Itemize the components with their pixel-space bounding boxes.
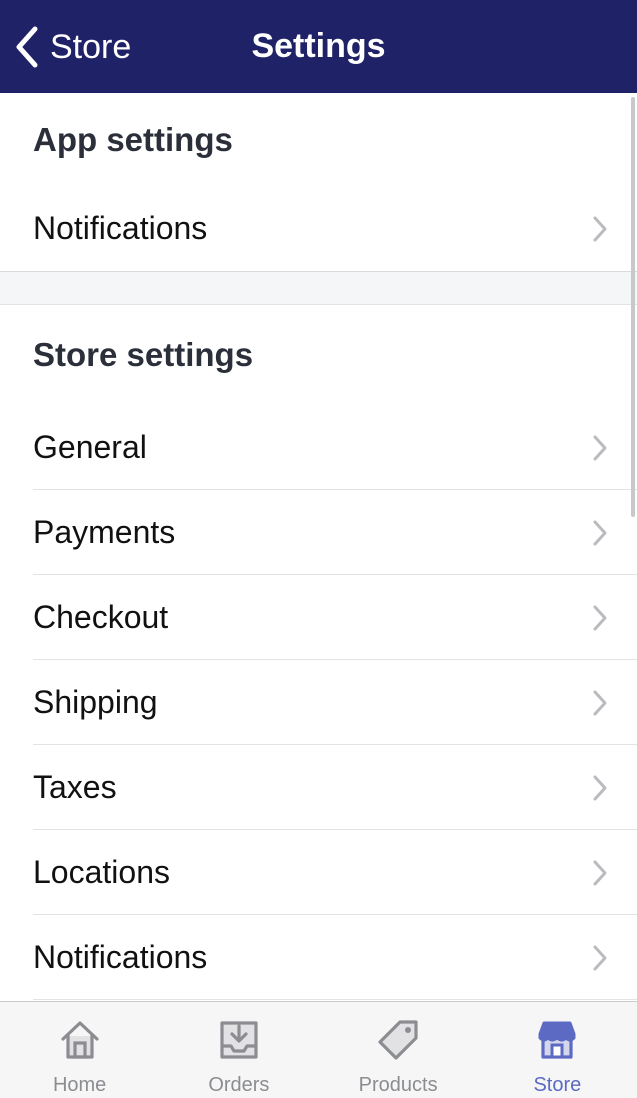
tab-products[interactable]: Products xyxy=(319,1002,478,1098)
tab-bar: Home Orders Products Store xyxy=(0,1001,637,1098)
store-settings-item-taxes[interactable]: Taxes xyxy=(0,745,637,830)
tag-icon xyxy=(378,1020,418,1060)
tab-orders[interactable]: Orders xyxy=(159,1002,318,1098)
store-settings-section: Store settings General Payments Checkout… xyxy=(0,305,637,1001)
settings-list[interactable]: App settings Notifications Store setting… xyxy=(0,93,637,1001)
list-item-label: General xyxy=(33,429,147,465)
storefront-icon xyxy=(538,1021,576,1059)
navigation-bar: Store Settings xyxy=(0,0,637,93)
list-item-label: Shipping xyxy=(33,684,158,720)
tab-label: Store xyxy=(533,1074,582,1096)
list-item-label: Taxes xyxy=(33,769,117,805)
chevron-right-icon xyxy=(593,605,607,630)
list-item-label: Notifications xyxy=(33,939,208,975)
store-settings-item-checkout[interactable]: Checkout xyxy=(0,575,637,660)
chevron-right-icon xyxy=(593,860,607,885)
store-settings-item-shipping[interactable]: Shipping xyxy=(0,660,637,745)
tab-label: Orders xyxy=(208,1074,270,1096)
page-title: Settings xyxy=(251,27,386,65)
scrollbar[interactable] xyxy=(631,97,635,517)
list-item-label: Payments xyxy=(33,514,176,550)
store-settings-item-locations[interactable]: Locations xyxy=(0,830,637,915)
store-settings-item-notifications[interactable]: Notifications xyxy=(0,915,637,1000)
list-item-label: Checkout xyxy=(33,599,169,635)
home-icon xyxy=(61,1021,99,1059)
chevron-right-icon xyxy=(593,690,607,715)
chevron-right-icon xyxy=(593,435,607,460)
store-settings-item-general[interactable]: General xyxy=(0,405,637,490)
tab-label: Products xyxy=(358,1074,438,1096)
store-settings-item-payments[interactable]: Payments xyxy=(0,490,637,575)
app-settings-header: App settings xyxy=(33,120,233,158)
list-item-label: Locations xyxy=(33,854,170,890)
list-item-label: Notifications xyxy=(33,210,208,246)
tab-label: Home xyxy=(52,1074,107,1096)
chevron-right-icon xyxy=(593,216,607,241)
chevron-right-icon xyxy=(593,775,607,800)
chevron-right-icon xyxy=(593,945,607,970)
tab-store[interactable]: Store xyxy=(478,1002,637,1098)
chevron-right-icon xyxy=(593,520,607,545)
section-divider xyxy=(0,272,637,305)
app-settings-item-notifications[interactable]: Notifications xyxy=(0,186,637,271)
app-settings-section: App settings Notifications xyxy=(0,93,637,272)
tab-home[interactable]: Home xyxy=(0,1002,159,1098)
orders-inbox-icon xyxy=(220,1021,258,1059)
store-settings-header: Store settings xyxy=(33,336,254,373)
